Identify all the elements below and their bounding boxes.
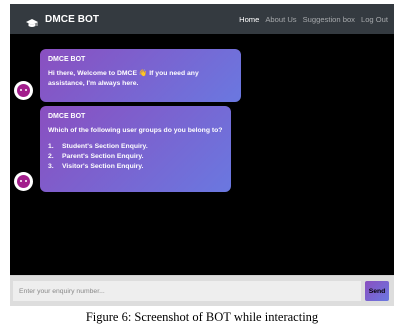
option-number: 1.: [48, 143, 54, 150]
option-item: 1. Student's Section Enquiry.: [48, 142, 223, 152]
bot-message: DMCE BOT Which of the following user gro…: [40, 106, 231, 192]
brand[interactable]: DMCE BOT: [26, 13, 100, 27]
send-button[interactable]: Send: [365, 281, 389, 301]
nav-log-out-link[interactable]: Log Out: [361, 15, 388, 24]
bot-message: DMCE BOT Hi there, Welcome to DMCE 👋 If …: [40, 49, 241, 102]
option-item: 3. Visitor's Section Enquiry.: [48, 162, 223, 172]
option-list: 1. Student's Section Enquiry. 2. Parent'…: [48, 142, 223, 172]
navbar: DMCE BOT Home About Us Suggestion box Lo…: [10, 4, 394, 34]
option-item: 2. Parent's Section Enquiry.: [48, 152, 223, 162]
nav-suggestion-box-link[interactable]: Suggestion box: [303, 15, 355, 24]
bot-face-icon: [17, 175, 30, 188]
figure-caption: Figure 6: Screenshot of BOT while intera…: [85, 310, 319, 324]
option-label: Student's Section Enquiry.: [62, 143, 148, 150]
message-input-bar: Send: [10, 275, 394, 306]
message-text: Which of the following user groups do yo…: [48, 127, 223, 134]
message-sender: DMCE BOT: [48, 56, 86, 63]
nav-home-link[interactable]: Home: [239, 15, 259, 24]
bot-avatar: [14, 172, 33, 191]
option-label: Visitor's Section Enquiry.: [62, 163, 144, 170]
brand-name: DMCE BOT: [45, 13, 100, 25]
message-text: Hi there, Welcome to DMCE 👋 If you need …: [48, 70, 199, 87]
bot-avatar: [14, 81, 33, 100]
graduation-cap-icon: [26, 15, 38, 27]
chat-app-window: DMCE BOT Home About Us Suggestion box Lo…: [10, 4, 394, 306]
message-sender: DMCE BOT: [48, 113, 86, 120]
chat-area[interactable]: DMCE BOT Hi there, Welcome to DMCE 👋 If …: [10, 34, 394, 275]
enquiry-number-input[interactable]: [13, 281, 361, 301]
option-number: 2.: [48, 153, 54, 160]
option-number: 3.: [48, 163, 54, 170]
bot-face-icon: [17, 84, 30, 97]
nav-about-us-link[interactable]: About Us: [265, 15, 296, 24]
nav-links: Home About Us Suggestion box Log Out: [233, 4, 388, 34]
option-label: Parent's Section Enquiry.: [62, 153, 144, 160]
